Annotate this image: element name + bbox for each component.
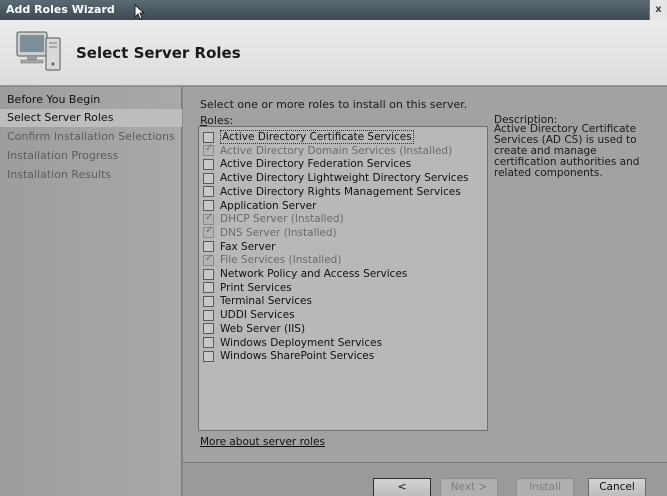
role-row[interactable]: Fax Server — [203, 240, 485, 254]
role-checkbox[interactable] — [203, 350, 214, 362]
previous-button[interactable]: < Previous — [373, 478, 431, 496]
next-button[interactable]: Next > — [440, 478, 498, 496]
role-label: Active Directory Domain Services (Instal… — [220, 144, 453, 157]
role-checkbox — [203, 212, 214, 225]
role-label: Network Policy and Access Services — [220, 268, 408, 280]
role-label: Active Directory Rights Management Servi… — [220, 185, 461, 198]
role-row[interactable]: Active Directory Domain Services (Instal… — [203, 143, 485, 158]
role-row[interactable]: Active Directory Rights Management Servi… — [203, 185, 485, 199]
close-button[interactable]: x — [649, 0, 667, 20]
role-label: Windows SharePoint Services — [220, 350, 375, 363]
instruction-text: Select one or more roles to install on t… — [200, 98, 468, 111]
page-title: Select Server Roles — [76, 44, 241, 62]
role-label: Windows Deployment Services — [220, 336, 383, 349]
role-row[interactable]: Print Services — [203, 281, 485, 295]
role-label: Active Directory Certificate Services — [220, 130, 414, 144]
role-label: DHCP Server (Installed) — [220, 213, 344, 226]
role-checkbox[interactable] — [203, 337, 214, 348]
role-checkbox[interactable] — [203, 158, 214, 170]
window-title: Add Roles Wizard — [6, 3, 115, 16]
button-bar: < Previous Next > Install Cancel — [183, 462, 667, 496]
nav-step-installation-progress: Installation Progress — [7, 149, 119, 162]
role-row[interactable]: DNS Server (Installed) — [203, 225, 485, 240]
role-row[interactable]: Web Server (IIS) — [203, 322, 485, 336]
roles-list[interactable]: Active Directory Certificate ServicesAct… — [198, 126, 488, 431]
title-bar: Add Roles Wizard x — [0, 0, 667, 20]
role-label: Web Server (IIS) — [220, 322, 306, 335]
role-checkbox[interactable] — [203, 241, 214, 253]
role-checkbox[interactable] — [203, 295, 214, 307]
role-label: DNS Server (Installed) — [220, 226, 337, 239]
nav-step-confirm-installation: Confirm Installation Selections — [7, 130, 175, 143]
role-label: Terminal Services — [220, 295, 312, 308]
role-checkbox[interactable] — [203, 172, 214, 184]
role-row[interactable]: Windows Deployment Services — [203, 336, 485, 350]
previous-button-prefix: < — [397, 481, 407, 493]
role-label: UDDI Services — [220, 309, 295, 322]
role-label: Fax Server — [220, 240, 276, 253]
role-label: Active Directory Federation Services — [220, 158, 412, 171]
role-checkbox[interactable] — [203, 131, 214, 143]
description-text: Active Directory Certificate Services (A… — [494, 123, 640, 179]
nav-step-select-server-roles[interactable]: Select Server Roles — [0, 109, 182, 127]
role-checkbox[interactable] — [203, 309, 214, 321]
role-checkbox — [203, 143, 214, 157]
role-checkbox[interactable] — [203, 323, 214, 335]
mouse-cursor-icon — [134, 4, 146, 20]
role-label: Print Services — [220, 281, 292, 294]
role-checkbox[interactable] — [203, 268, 214, 280]
role-row[interactable]: Active Directory Lightweight Directory S… — [203, 171, 485, 185]
role-checkbox[interactable] — [203, 282, 214, 294]
nav-step-installation-results: Installation Results — [7, 168, 112, 181]
role-row[interactable]: Active Directory Certificate Services — [203, 130, 485, 144]
role-checkbox[interactable] — [203, 200, 214, 211]
install-button[interactable]: Install — [516, 478, 574, 496]
server-computer-icon — [16, 31, 61, 71]
role-label: File Services (Installed) — [220, 254, 342, 267]
role-row[interactable]: Windows SharePoint Services — [203, 349, 485, 363]
wizard-steps-nav: Before You Begin Select Server Roles Con… — [0, 87, 182, 496]
cancel-button[interactable]: Cancel — [588, 478, 646, 496]
wizard-header: Select Server Roles — [0, 20, 667, 86]
main-content: Select one or more roles to install on t… — [183, 87, 667, 462]
nav-step-before-you-begin[interactable]: Before You Begin — [0, 91, 182, 109]
role-checkbox — [203, 253, 214, 266]
role-row[interactable]: File Services (Installed) — [203, 253, 485, 267]
role-row[interactable]: UDDI Services — [203, 308, 485, 322]
role-row[interactable]: Terminal Services — [203, 294, 485, 308]
role-row[interactable]: Application Server — [203, 199, 485, 213]
role-row[interactable]: DHCP Server (Installed) — [203, 212, 485, 226]
role-row[interactable]: Network Policy and Access Services — [203, 267, 485, 281]
role-label: Active Directory Lightweight Directory S… — [220, 172, 469, 185]
role-checkbox[interactable] — [203, 186, 214, 198]
role-label: Application Server — [220, 199, 317, 212]
role-checkbox — [203, 225, 214, 239]
role-row[interactable]: Active Directory Federation Services — [203, 157, 485, 171]
more-about-server-roles-link[interactable]: More about server roles — [200, 436, 325, 448]
